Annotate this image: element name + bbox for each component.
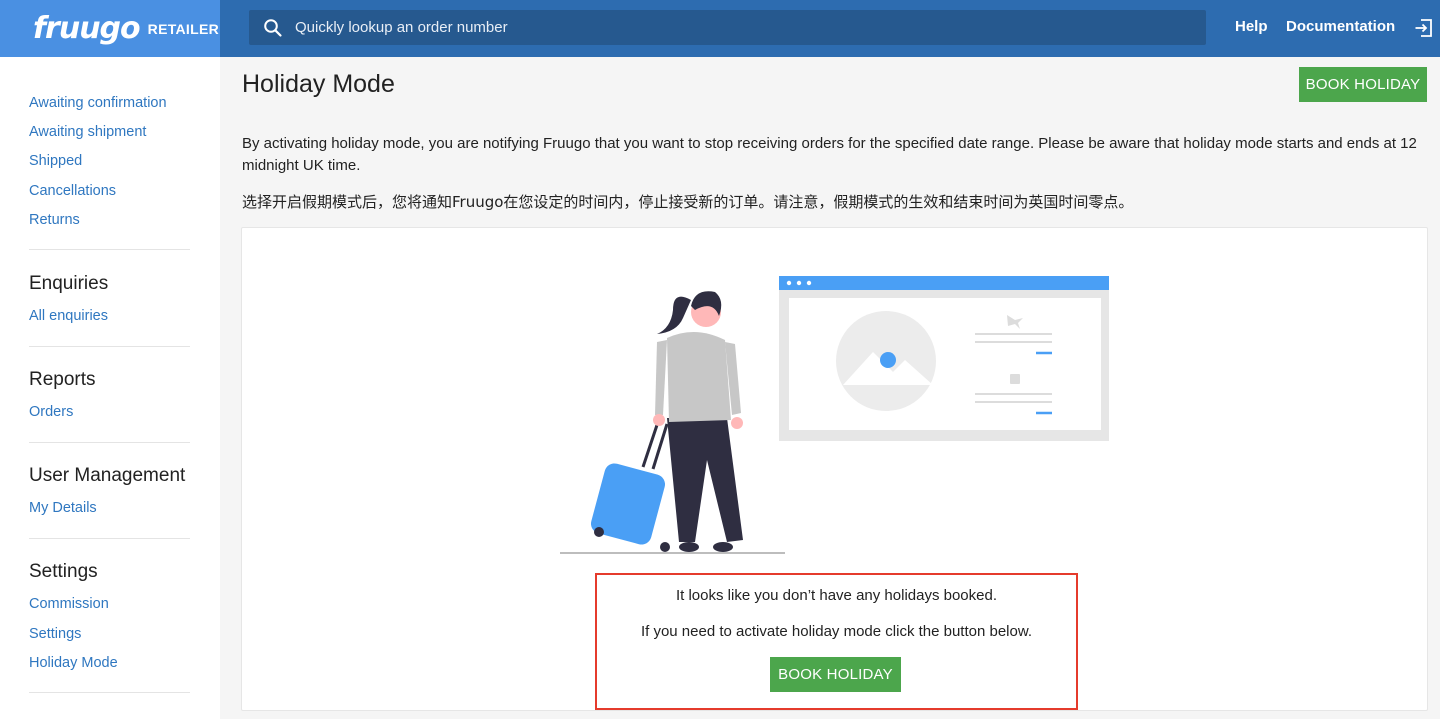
no-holidays-highlight: It looks like you don’t have any holiday… xyxy=(595,573,1078,710)
activate-instruction: If you need to activate holiday mode cli… xyxy=(640,623,1033,640)
top-bar: fruugo RETAILER Help Documentation xyxy=(0,0,1440,57)
documentation-link[interactable]: Documentation xyxy=(1286,18,1395,35)
sidebar-item-my-details[interactable]: My Details xyxy=(29,500,97,516)
sidebar-divider xyxy=(29,346,190,347)
order-search-input[interactable] xyxy=(295,19,1175,36)
sidebar-divider xyxy=(29,249,190,250)
fruugo-logo[interactable]: fruugo xyxy=(33,11,141,46)
brand[interactable]: fruugo RETAILER xyxy=(0,0,220,57)
traveler-illustration xyxy=(560,276,1109,554)
sidebar-heading-reports: Reports xyxy=(29,369,96,390)
no-holidays-message: It looks like you don’t have any holiday… xyxy=(675,587,998,604)
sidebar-item-awaiting-shipment[interactable]: Awaiting shipment xyxy=(29,124,146,140)
sidebar-heading-enquiries: Enquiries xyxy=(29,273,109,294)
sidebar-item-settings[interactable]: Settings xyxy=(29,626,81,642)
sidebar-item-all-enquiries[interactable]: All enquiries xyxy=(29,308,108,324)
sidebar-item-cancellations[interactable]: Cancellations xyxy=(29,183,116,199)
sidebar-divider xyxy=(29,442,190,443)
logout-icon[interactable] xyxy=(1414,18,1434,38)
book-holiday-button[interactable]: BOOK HOLIDAY xyxy=(1299,67,1427,102)
sidebar-heading-user-management: User Management xyxy=(29,465,186,486)
holiday-mode-description: By activating holiday mode, you are noti… xyxy=(242,135,1417,174)
book-holiday-button-secondary[interactable]: BOOK HOLIDAY xyxy=(770,657,901,692)
search-icon xyxy=(264,18,282,37)
sidebar-item-commission[interactable]: Commission xyxy=(29,596,109,612)
help-link[interactable]: Help xyxy=(1235,18,1268,35)
sidebar-item-shipped[interactable]: Shipped xyxy=(29,153,82,169)
sidebar-item-returns[interactable]: Returns xyxy=(29,212,80,228)
sidebar-item-orders-report[interactable]: Orders xyxy=(29,404,73,420)
sidebar-divider xyxy=(29,538,190,539)
page-title: Holiday Mode xyxy=(242,70,395,98)
sidebar-divider xyxy=(29,692,190,693)
brand-subtitle: RETAILER xyxy=(147,20,220,37)
sidebar-item-holiday-mode[interactable]: Holiday Mode xyxy=(29,655,118,671)
holiday-mode-description-cn: 选择开启假期模式后，您将通知Fruugo在您设定的时间内，停止接受新的订单。请注… xyxy=(242,193,1134,211)
sidebar: Awaiting confirmation Awaiting shipment … xyxy=(0,57,220,719)
order-search[interactable] xyxy=(249,10,1206,45)
sidebar-heading-settings: Settings xyxy=(29,561,98,582)
sidebar-item-awaiting-confirmation[interactable]: Awaiting confirmation xyxy=(29,95,167,111)
